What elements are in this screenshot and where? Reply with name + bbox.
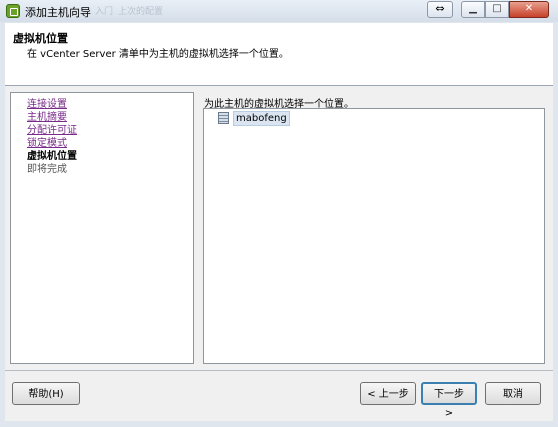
wizard-header: 虚拟机位置 在 vCenter Server 清单中为主机的虚拟机选择一个位置。 <box>5 23 553 86</box>
wizard-body: 连接设置 主机摘要 分配许可证 锁定模式 虚拟机位置 即将完成 为此主机的虚拟机… <box>5 86 553 370</box>
maximize-button[interactable]: □ <box>485 1 509 18</box>
minimize-button[interactable]: ▁ <box>461 1 485 18</box>
app-icon <box>6 4 20 18</box>
page-title: 虚拟机位置 <box>13 32 68 45</box>
tree-item-label[interactable]: mabofeng <box>233 111 290 126</box>
step-host-summary[interactable]: 主机摘要 <box>27 112 67 124</box>
next-button[interactable]: 下一步 > <box>421 382 477 419</box>
step-lockdown-mode[interactable]: 锁定模式 <box>27 138 67 150</box>
background-tab-2: 上次的配置 <box>118 7 164 17</box>
step-vm-location: 虚拟机位置 <box>27 151 77 162</box>
step-connection-settings[interactable]: 连接设置 <box>27 99 67 111</box>
step-assign-license[interactable]: 分配许可证 <box>27 125 77 137</box>
back-button[interactable]: < 上一步 <box>360 382 416 405</box>
page-subtitle: 在 vCenter Server 清单中为主机的虚拟机选择一个位置。 <box>27 49 289 60</box>
wizard-footer: 帮助(H) < 上一步 下一步 > 取消 <box>5 370 553 421</box>
inventory-tree[interactable]: mabofeng <box>203 108 545 364</box>
title-bar[interactable]: 添加主机向导 入门 上次的配置 ⇔ ▁ □ ✕ <box>0 0 558 22</box>
background-tab-1: 入门 <box>95 7 114 17</box>
step-ready-to-complete: 即将完成 <box>27 164 67 175</box>
close-button[interactable]: ✕ <box>509 1 549 18</box>
move-arrows-icon[interactable]: ⇔ <box>427 1 453 18</box>
datacenter-icon <box>218 112 229 124</box>
help-button[interactable]: 帮助(H) <box>12 382 80 405</box>
step-navigation: 连接设置 主机摘要 分配许可证 锁定模式 虚拟机位置 即将完成 <box>10 92 194 364</box>
window-title: 添加主机向导 <box>25 6 91 19</box>
cancel-button[interactable]: 取消 <box>485 382 541 405</box>
